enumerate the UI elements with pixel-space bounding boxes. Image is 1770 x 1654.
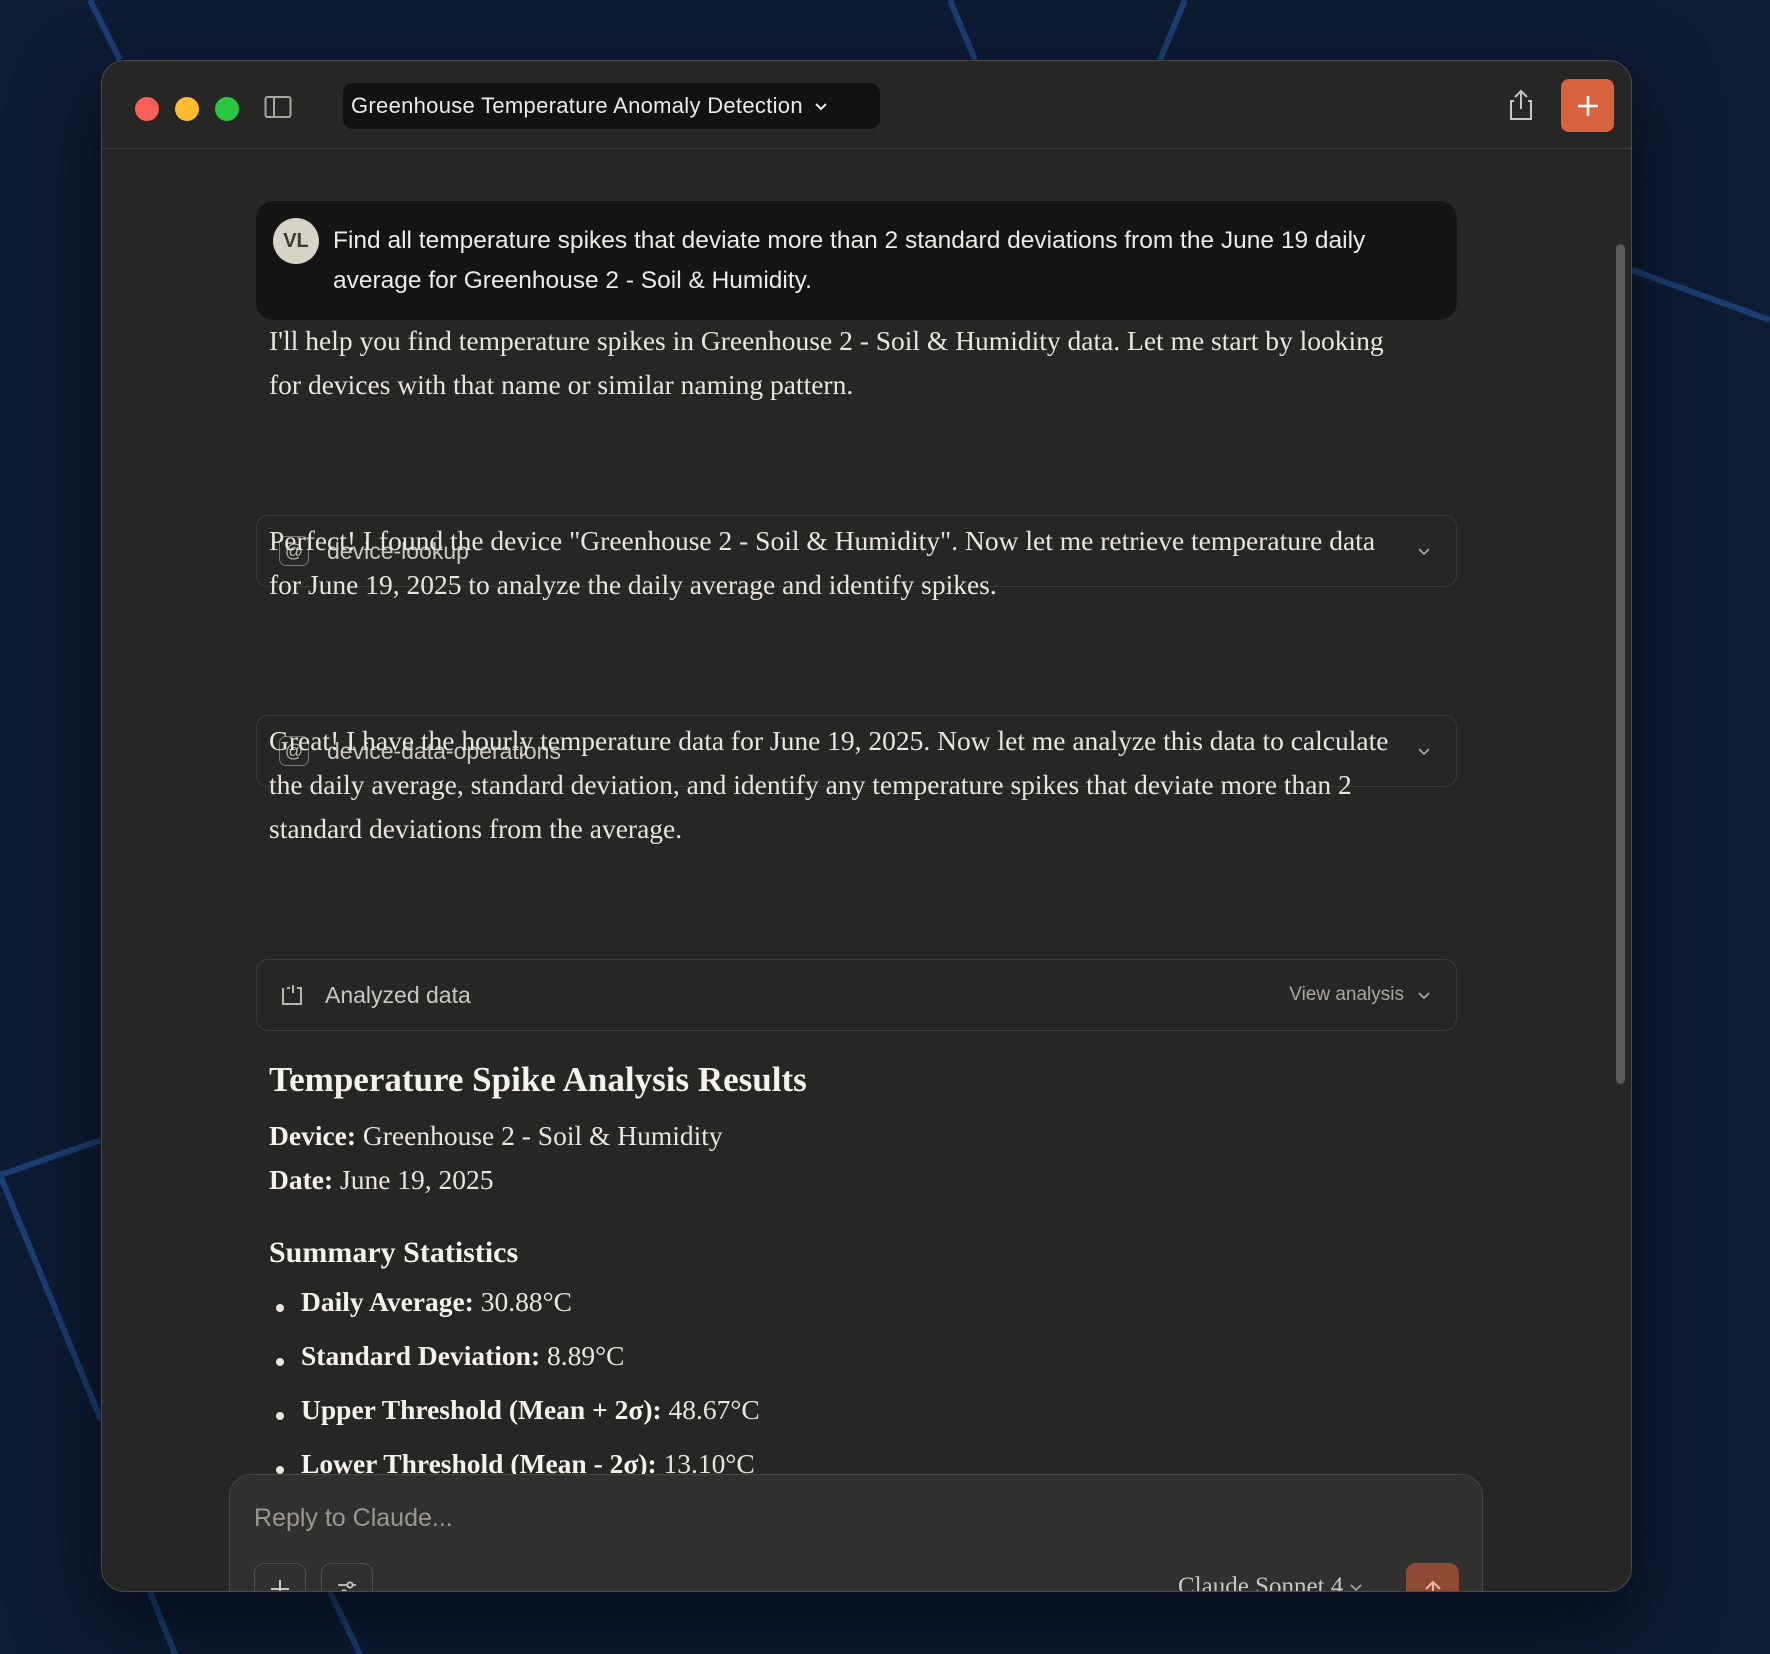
title-bar: Greenhouse Temperature Anomaly Detection (102, 61, 1631, 149)
stat-label: Standard Deviation: (301, 1340, 541, 1371)
avatar: VL (273, 218, 319, 264)
stat-item: Upper Threshold (Mean + 2σ): 48.67°C (301, 1394, 760, 1426)
device-value: Greenhouse 2 - Soil & Humidity (362, 1120, 723, 1151)
sidebar-icon[interactable] (264, 95, 292, 119)
stat-item: Standard Deviation: 8.89°C (301, 1340, 624, 1372)
bullet-dot (276, 1358, 284, 1366)
bullet-dot (276, 1466, 284, 1474)
stat-label: Upper Threshold (Mean + 2σ): (301, 1394, 662, 1425)
scrollbar[interactable] (1616, 244, 1625, 1084)
attach-button[interactable] (254, 1563, 306, 1591)
stat-value: 8.89°C (547, 1340, 625, 1371)
chevron-down-icon (1418, 748, 1430, 756)
conversation-title-dropdown[interactable]: Greenhouse Temperature Anomaly Detection (343, 83, 880, 129)
send-button[interactable] (1406, 1563, 1459, 1591)
results-heading: Temperature Spike Analysis Results (269, 1060, 807, 1099)
conversation-scroll-area[interactable]: VL Find all temperature spikes that devi… (102, 150, 1631, 1592)
maximize-window-button[interactable] (215, 97, 239, 121)
reply-input[interactable] (254, 1501, 1354, 1535)
conversation-title: Greenhouse Temperature Anomaly Detection (351, 93, 803, 118)
stat-item: Daily Average: 30.88°C (301, 1286, 572, 1318)
assistant-message-analyze: Great! I have the hourly temperature dat… (269, 725, 1389, 844)
user-message: VL Find all temperature spikes that devi… (256, 201, 1457, 320)
model-name: Claude Sonnet 4 (1178, 1573, 1344, 1592)
stat-value: 48.67°C (668, 1394, 760, 1425)
bullet-dot (276, 1412, 284, 1420)
minimize-window-button[interactable] (175, 97, 199, 121)
plus-icon (1577, 95, 1598, 116)
date-line: Date: June 19, 2025 (269, 1164, 494, 1196)
summary-heading: Summary Statistics (269, 1236, 519, 1269)
analyzed-data-box[interactable]: Analyzed data View analysis (256, 959, 1457, 1031)
user-message-text: Find all temperature spikes that deviate… (333, 227, 1366, 294)
device-line: Device: Greenhouse 2 - Soil & Humidity (269, 1120, 723, 1152)
share-icon[interactable] (1504, 87, 1538, 123)
analysis-label: Analyzed data (325, 981, 471, 1008)
chevron-down-icon (1350, 1584, 1362, 1591)
analysis-icon (282, 985, 302, 1005)
new-chat-button[interactable] (1561, 79, 1614, 132)
tools-settings-button[interactable] (321, 1563, 373, 1591)
chevron-down-icon (815, 103, 827, 111)
plus-icon (271, 1580, 289, 1591)
assistant-message-found: Perfect! I found the device "Greenhouse … (269, 525, 1376, 600)
bullet-dot (276, 1304, 284, 1312)
app-window: Greenhouse Temperature Anomaly Detection… (101, 60, 1632, 1592)
sliders-icon (338, 1581, 356, 1591)
stat-value: 30.88°C (480, 1286, 572, 1317)
arrow-up-icon (1424, 1580, 1441, 1591)
chevron-down-icon (1418, 548, 1430, 556)
view-analysis-button[interactable]: View analysis (1289, 984, 1404, 1006)
assistant-message-intro: I'll help you find temperature spikes in… (269, 325, 1384, 400)
chevron-down-icon (1418, 992, 1430, 1000)
close-window-button[interactable] (135, 97, 159, 121)
date-label: Date: (269, 1164, 334, 1195)
device-label: Device: (269, 1120, 357, 1151)
stat-label: Daily Average: (301, 1286, 474, 1317)
date-value: June 19, 2025 (340, 1164, 494, 1195)
model-selector[interactable]: Claude Sonnet 4 (1178, 1573, 1363, 1592)
reply-composer: Claude Sonnet 4 (229, 1474, 1483, 1592)
